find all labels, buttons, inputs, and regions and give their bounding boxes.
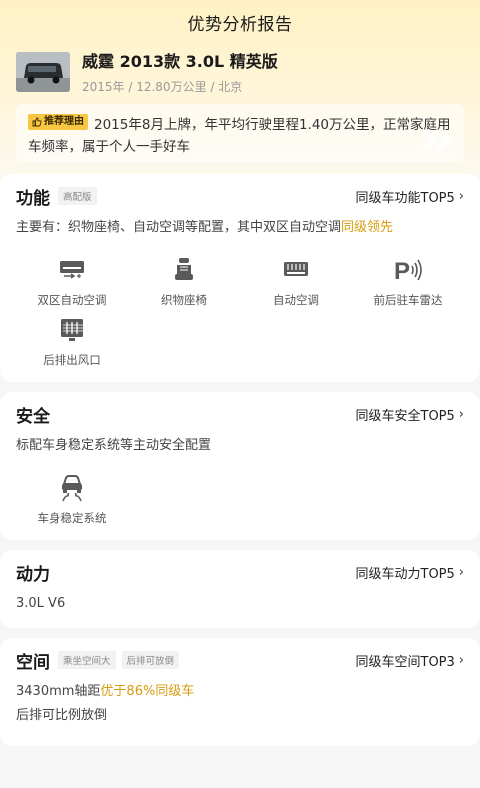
thumbs-up-icon [32,117,42,127]
function-desc: 主要有：织物座椅、自动空调等配置，其中双区自动空调同级领先 [16,220,394,235]
space-chip-2: 后排可放倒 [121,651,180,669]
car-image-icon [16,52,70,92]
power-desc: 3.0L V6 [16,596,66,611]
recommend-tag: 推荐理由 [28,114,88,130]
parking-radar-icon: P [394,258,422,283]
space-title: 空间 乘坐空间大 后排可放倒 [16,648,180,673]
space-desc-2: 后排可比例放倒 [16,708,108,723]
feature-stability-control: 车身稳定系统 [16,474,128,534]
car-thumbnail[interactable] [16,52,70,92]
fabric-seat-icon [175,258,193,280]
function-chip: 高配版 [58,187,97,205]
feature-parking-radar: P 前后驻车雷达 [373,258,443,307]
stability-control-icon [62,475,82,502]
function-feature-grid: 双区自动空调 织物座椅 自动空调 P 前后驻车雷达 后排出风口 [16,256,464,376]
safety-top5-link[interactable]: 同级车安全TOP5 › [356,405,465,424]
feature-auto-ac: 自动空调 [240,256,352,316]
feature-dual-zone-ac: 双区自动空调 [16,256,128,316]
feature-rear-vent: 后排出风口 [16,316,128,376]
power-top5-link[interactable]: 同级车动力TOP5 › [356,563,465,582]
feature-fabric-seat: 织物座椅 [128,256,240,316]
safety-desc: 标配车身稳定系统等主动安全配置 [16,438,212,453]
auto-ac-icon [284,262,308,276]
car-meta: 2015年 / 12.80万公里 / 北京 [82,80,243,94]
function-title: 功能 高配版 [16,184,97,209]
chevron-right-icon: › [458,188,464,204]
safety-feature-grid: 车身稳定系统 [16,474,464,534]
function-top5-link[interactable]: 同级车功能TOP5 › [356,187,465,206]
space-chip-1: 乘坐空间大 [58,651,116,669]
power-card: 动力 同级车动力TOP5 › 3.0L V6 [0,550,480,628]
dual-zone-ac-icon [60,261,84,279]
chevron-right-icon: › [458,406,464,422]
safety-title: 安全 [16,406,50,427]
car-title: 威霆 2013款 3.0L 精英版 [82,52,278,71]
decorative-arrows-icon [422,127,451,153]
safety-card: 安全 同级车安全TOP5 › 标配车身稳定系统等主动安全配置 车身稳定系统 [0,392,480,540]
power-title: 动力 [16,564,50,585]
space-top3-link[interactable]: 同级车空间TOP3 › [356,651,465,670]
recommend-tag-label: 推荐理由 [44,116,84,127]
page-title: 优势分析报告 [187,14,293,35]
space-card: 空间 乘坐空间大 后排可放倒 同级车空间TOP3 › 3430mm轴距优于86%… [0,638,480,746]
chevron-right-icon: › [458,564,464,580]
space-desc: 3430mm轴距优于86%同级车 [16,684,195,699]
car-summary[interactable]: 威霆 2013款 3.0L 精英版 2015年 / 12.80万公里 / 北京 [16,52,278,95]
rear-vent-icon [61,319,83,341]
svg-text:P: P [394,258,410,283]
function-card: 功能 高配版 同级车功能TOP5 › 主要有：织物座椅、自动空调等配置，其中双区… [0,174,480,382]
recommend-text: 2015年8月上牌，年平均行驶里程1.40万公里，正常家庭用车频率，属于个人一手… [28,117,451,155]
chevron-right-icon: › [458,652,464,668]
recommend-reason: 推荐理由 2015年8月上牌，年平均行驶里程1.40万公里，正常家庭用车频率，属… [16,104,464,162]
